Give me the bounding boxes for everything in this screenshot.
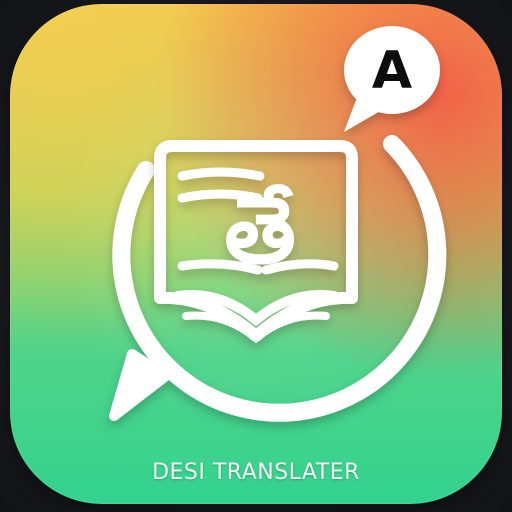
app-name-label: DESI TRANSLATER bbox=[152, 460, 360, 485]
script-glyph: తే bbox=[224, 177, 296, 284]
app-icon[interactable]: A తే DESI TRANSLATER bbox=[10, 4, 502, 504]
badge-letter: A bbox=[372, 41, 412, 101]
logo-graphic: A తే bbox=[109, 26, 447, 422]
speech-bubble-icon bbox=[109, 135, 447, 422]
book-icon: తే bbox=[154, 140, 358, 344]
letter-a-badge-icon: A bbox=[344, 26, 440, 132]
screen: A తే DESI TRANSLATER bbox=[0, 0, 512, 512]
